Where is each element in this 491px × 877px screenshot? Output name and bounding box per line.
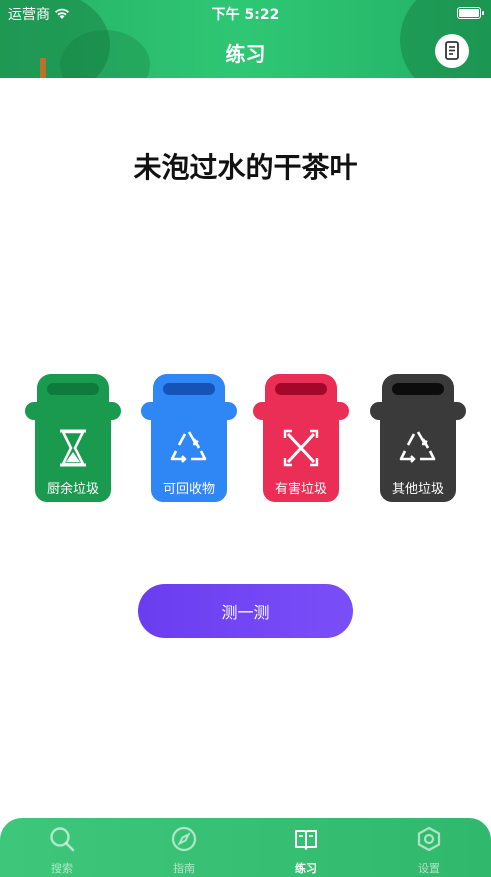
compass-icon [171, 826, 197, 852]
page-title: 练习 [225, 42, 266, 66]
tab-label: 练习 [295, 862, 317, 875]
tab-label: 搜索 [51, 862, 73, 875]
status-time: 下午 5:22 [211, 7, 280, 23]
tab-label: 指南 [173, 862, 195, 875]
tab-label: 设置 [418, 862, 440, 875]
book-icon [295, 830, 317, 850]
bin-label: 有害垃圾 [274, 482, 327, 497]
tab-bar: 搜索 指南 练习 设置 [0, 818, 491, 877]
hazard-x-icon [283, 429, 319, 467]
recycle-icon [170, 431, 207, 463]
bin-other-waste[interactable]: 其他垃圾 [370, 374, 466, 504]
tab-settings[interactable]: 设置 [389, 826, 469, 876]
tab-practice[interactable]: 练习 [266, 826, 346, 876]
bin-recyclable[interactable]: 可回收物 [141, 374, 237, 504]
status-bar: 运营商 下午 5:22 [0, 0, 491, 26]
hexagon-gear-icon [417, 826, 441, 852]
hourglass-icon [60, 429, 86, 467]
tab-search[interactable]: 搜索 [22, 826, 102, 876]
bin-label: 可回收物 [162, 482, 215, 497]
bin-label: 厨余垃圾 [46, 482, 99, 497]
document-button[interactable] [435, 34, 469, 68]
tab-guide[interactable]: 指南 [144, 826, 224, 876]
test-button[interactable]: 测一测 [138, 584, 353, 638]
bin-label: 其他垃圾 [391, 482, 444, 497]
battery-icon [457, 7, 484, 19]
search-icon [50, 827, 75, 852]
bin-hazardous[interactable]: 有害垃圾 [253, 374, 349, 504]
nav-header: 运营商 下午 5:22 练习 [0, 0, 491, 78]
question-text: 未泡过水的干茶叶 [133, 151, 358, 184]
bin-kitchen-waste[interactable]: 厨余垃圾 [25, 374, 121, 504]
document-icon [445, 41, 459, 60]
recycle-icon [399, 431, 436, 463]
